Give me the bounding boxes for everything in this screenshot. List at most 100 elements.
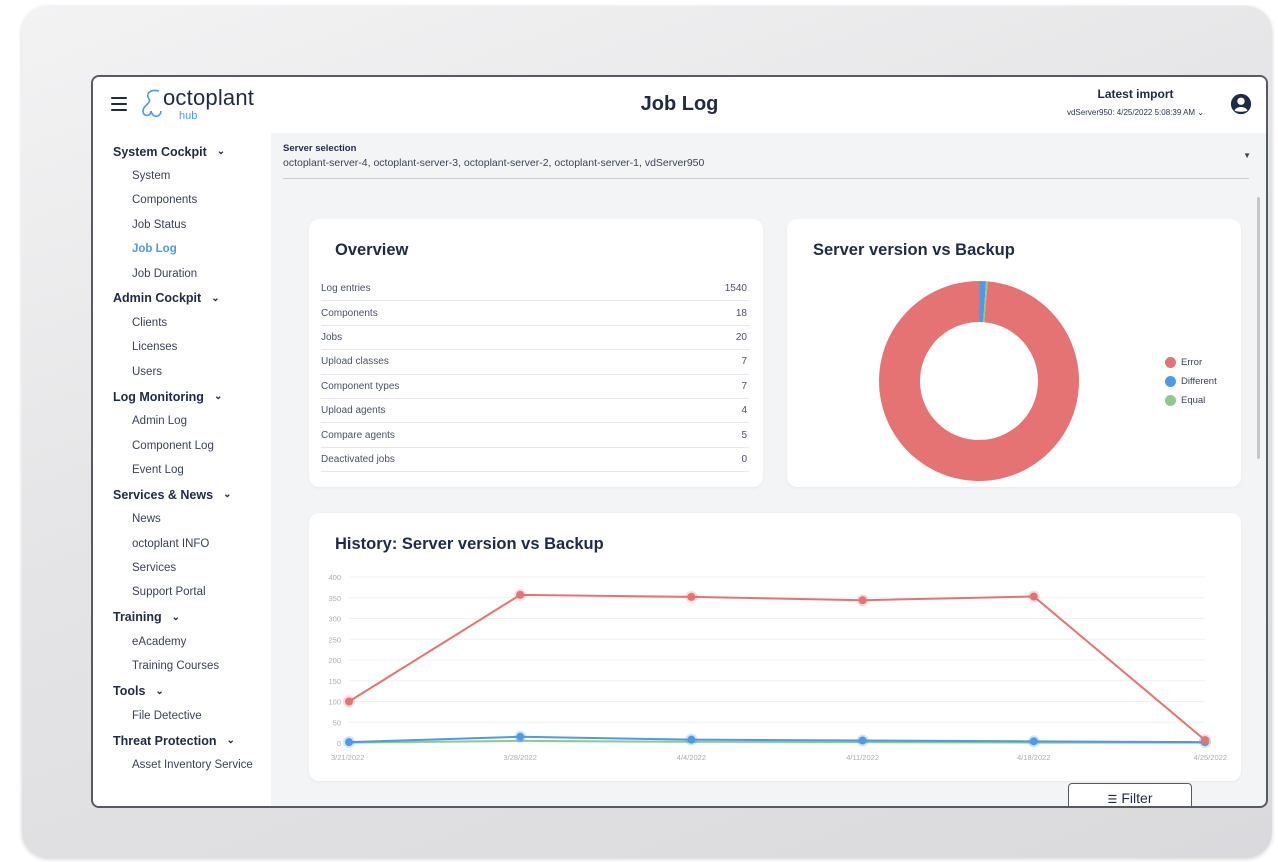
hamburger-menu-icon[interactable] (111, 97, 127, 111)
overview-row-value: 5 (741, 429, 747, 441)
data-point-error[interactable] (1029, 592, 1038, 601)
overview-table: Log entries 1540 Components 18 Jobs 20 Upload … (321, 277, 749, 473)
sidebar-item-job-log[interactable]: Job Log (93, 237, 271, 261)
sidebar-item-file-detective[interactable]: File Detective (93, 704, 271, 728)
server-selection-dropdown[interactable]: Server selection octoplant-server-4, oct… (283, 137, 1251, 179)
octoplant-logo[interactable]: octoplant hub (137, 83, 287, 127)
data-point-different[interactable] (687, 735, 696, 744)
sidebar-item-users[interactable]: Users (93, 360, 271, 384)
sidebar-section-system-cockpit[interactable]: System Cockpit ⌄ (93, 139, 271, 164)
donut-chart-title: Server version vs Backup (813, 241, 1015, 259)
overview-row-label: Jobs (321, 331, 343, 343)
history-line-chart: 0 50 100 150 200 250 300 350 400 3/21/2022 3/28/20… (328, 573, 1227, 762)
overview-row: Compare agents 5 (321, 423, 749, 448)
y-tick-label: 0 (337, 739, 341, 748)
x-tick-label: 4/4/2022 (677, 753, 706, 762)
data-point-error[interactable] (345, 697, 353, 706)
sidebar-item-event-log[interactable]: Event Log (93, 458, 271, 482)
donut-slice-error[interactable] (879, 281, 1079, 481)
y-tick-label: 200 (328, 656, 341, 665)
data-point-different[interactable] (1029, 737, 1038, 746)
sidebar-item-octoplant-info[interactable]: octoplant INFO (93, 532, 271, 556)
sidebar-section-label: Admin Cockpit (113, 291, 202, 306)
sidebar-item-job-status[interactable]: Job Status (93, 213, 271, 237)
legend-label: Different (1181, 376, 1217, 387)
sidebar-item-clients[interactable]: Clients (93, 311, 271, 335)
y-tick-label: 300 (328, 615, 341, 624)
sidebar-section-training[interactable]: Training ⌄ (93, 605, 271, 630)
overview-row-value: 1540 (724, 283, 747, 295)
x-tick-label: 4/11/2022 (846, 753, 879, 762)
filter-icon: ☰ (1107, 794, 1118, 806)
device-frame: octoplant hub Job Log Latest import vdSe… (22, 6, 1272, 858)
sidebar-section-label: Services & News (113, 487, 214, 502)
chevron-down-icon: ⌄ (213, 391, 223, 403)
sidebar-item-system[interactable]: System (93, 164, 271, 188)
y-tick-label: 400 (328, 573, 341, 582)
app-header: octoplant hub Job Log Latest import vdSe… (93, 77, 1266, 133)
data-point-different[interactable] (345, 738, 353, 747)
history-chart-title: History: Server version vs Backup (335, 535, 604, 553)
content-scrollbar[interactable] (1257, 197, 1260, 459)
overview-title: Overview (335, 241, 409, 259)
sidebar-item-training-courses[interactable]: Training Courses (93, 654, 271, 678)
x-tick-label: 4/25/2022 (1194, 753, 1227, 762)
data-point-error[interactable] (858, 596, 867, 605)
overview-row: Log entries 1540 (321, 277, 749, 302)
server-version-card: Server version vs Backup Error Different E… (787, 219, 1241, 487)
account-circle-icon[interactable] (1230, 93, 1252, 115)
latest-import-value: vdServer950: 4/25/2022 5:08:39 AM ⌄ (1066, 108, 1204, 117)
sidebar-section-tools[interactable]: Tools ⌄ (93, 679, 271, 704)
sidebar-item-eacademy[interactable]: eAcademy (93, 630, 271, 654)
chevron-down-icon: ⌄ (216, 146, 226, 157)
filter-button[interactable]: ☰ Filter (1068, 783, 1192, 806)
legend-item-equal[interactable]: Equal (1165, 391, 1217, 410)
sidebar-item-licenses[interactable]: Licenses (93, 335, 271, 359)
overview-row: Upload classes 7 (321, 350, 749, 375)
data-point-different[interactable] (858, 736, 867, 745)
chevron-down-icon: ⌄ (226, 735, 235, 747)
overview-row-label: Deactivated jobs (321, 453, 395, 465)
legend-item-different[interactable]: Different (1165, 372, 1217, 391)
data-point-error[interactable] (687, 592, 696, 601)
caret-down-icon: ▼ (1243, 151, 1251, 160)
data-point-error[interactable] (516, 590, 525, 599)
sidebar-item-component-log[interactable]: Component Log (93, 434, 271, 458)
x-tick-label: 3/28/2022 (504, 753, 537, 762)
overview-row: Jobs 20 (321, 326, 749, 351)
overview-row-label: Upload agents (321, 405, 386, 417)
sidebar-section-threat-protection[interactable]: Threat Protection ⌄ (93, 728, 271, 753)
sidebar-section-label: Training (113, 610, 162, 625)
y-tick-label: 50 (333, 718, 341, 727)
sidebar-item-asset-inventory-service[interactable]: Asset Inventory Service (93, 753, 271, 777)
x-tick-label: 4/18/2022 (1017, 753, 1050, 762)
donut-legend: Error Different Equal (1165, 353, 1217, 410)
overview-row-label: Upload classes (321, 356, 389, 368)
sidebar-item-news[interactable]: News (93, 507, 271, 531)
overview-row-value: 20 (735, 331, 747, 343)
legend-swatch (1165, 376, 1176, 387)
sidebar-item-components[interactable]: Components (93, 188, 271, 212)
sidebar-section-admin-cockpit[interactable]: Admin Cockpit ⌄ (93, 286, 271, 311)
sidebar-item-support-portal[interactable]: Support Portal (93, 580, 271, 604)
latest-import-selector[interactable]: Latest import vdServer950: 4/25/2022 5:0… (1067, 87, 1204, 117)
data-point-different[interactable] (516, 732, 525, 741)
sidebar-nav: System Cockpit ⌄ System Components Job Statu… (93, 133, 271, 806)
legend-item-error[interactable]: Error (1165, 353, 1217, 372)
sidebar-item-services[interactable]: Services (93, 556, 271, 580)
legend-swatch (1165, 357, 1176, 368)
y-tick-label: 350 (328, 594, 341, 603)
sidebar-section-services-and-news[interactable]: Services & News ⌄ (93, 482, 271, 507)
overview-row-label: Compare agents (321, 429, 395, 441)
overview-row-value: 0 (741, 453, 747, 465)
overview-row: Components 18 (321, 301, 749, 326)
sidebar-item-job-duration[interactable]: Job Duration (93, 262, 271, 286)
sidebar-item-admin-log[interactable]: Admin Log (93, 409, 271, 433)
logo-text: octoplant (163, 85, 255, 110)
chevron-down-icon: ⌄ (211, 292, 220, 304)
legend-label: Equal (1181, 395, 1206, 406)
data-point-error[interactable] (1201, 736, 1209, 745)
overview-card: Overview Log entries 1540 Components 18 Jobs… (309, 219, 763, 487)
sidebar-section-log-monitoring[interactable]: Log Monitoring ⌄ (93, 384, 271, 409)
y-tick-label: 150 (328, 677, 341, 686)
